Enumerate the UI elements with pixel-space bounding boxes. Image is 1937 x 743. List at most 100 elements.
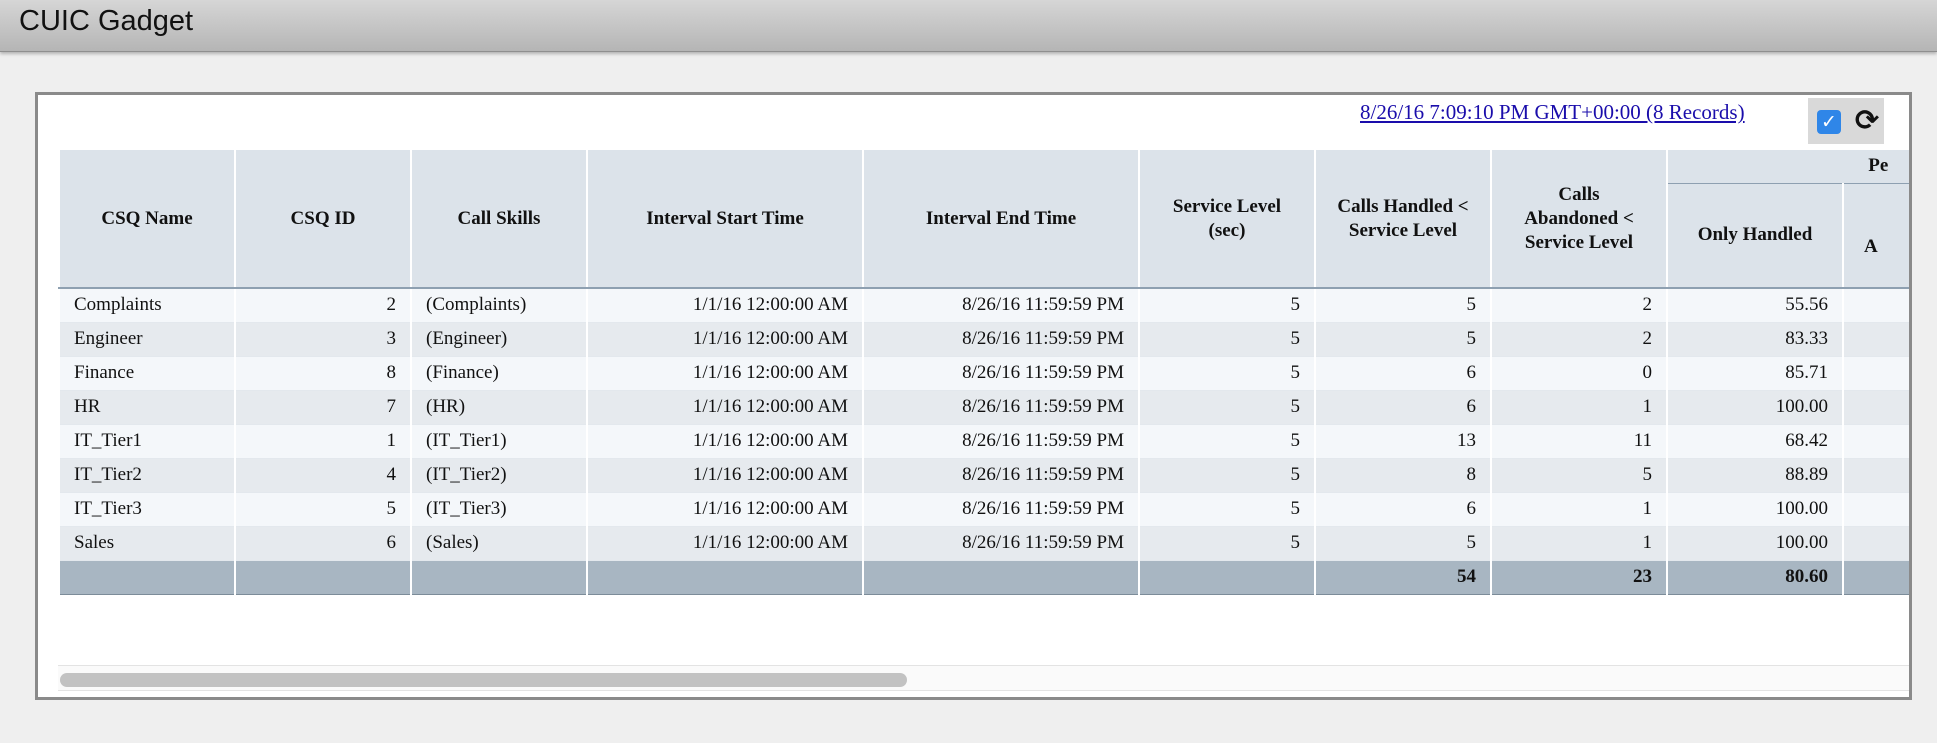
cell-calls-handled: 8 [1314, 458, 1492, 493]
report-table: CSQ Name CSQ ID Call Skills Interval Sta… [58, 150, 1909, 595]
table-row[interactable]: HR 7 (HR) 1/1/16 12:00:00 AM 8/26/16 11:59:5… [58, 390, 1909, 425]
table-row[interactable]: Sales 6 (Sales) 1/1/16 12:00:00 AM 8/26/16 1… [58, 526, 1909, 561]
column-header-calls-abandoned[interactable]: Calls Abandoned < Service Level [1490, 150, 1668, 289]
cell-interval-start: 1/1/16 12:00:00 AM [586, 458, 864, 493]
table-row[interactable]: IT_Tier2 4 (IT_Tier2) 1/1/16 12:00:00 AM 8/2… [58, 458, 1909, 493]
column-header-service-level[interactable]: Service Level (sec) [1138, 150, 1316, 289]
cell-only-handled: 83.33 [1666, 322, 1844, 357]
column-header-truncated[interactable]: A [1841, 183, 1909, 289]
cell-csq-id: 1 [234, 424, 412, 459]
cell-interval-end: 8/26/16 11:59:59 PM [862, 390, 1140, 425]
cell-interval-start: 1/1/16 12:00:00 AM [586, 322, 864, 357]
column-group-header: Pe [1665, 150, 1909, 184]
cell-interval-end: 8/26/16 11:59:59 PM [862, 492, 1140, 527]
scrollbar-thumb[interactable] [60, 673, 907, 687]
column-header-calls-handled[interactable]: Calls Handled < Service Level [1314, 150, 1492, 289]
table-row[interactable]: Complaints 2 (Complaints) 1/1/16 12:00:00 A… [58, 288, 1909, 323]
total-calls-handled: 54 [1314, 559, 1492, 595]
title-bar: CUIC Gadget [0, 0, 1937, 52]
cell-calls-abandoned: 2 [1490, 322, 1668, 357]
table-row[interactable]: Engineer 3 (Engineer) 1/1/16 12:00:00 AM 8/2… [58, 322, 1909, 357]
cell-csq-name: Finance [58, 356, 236, 391]
cell-truncated [1841, 424, 1909, 459]
cell-calls-abandoned: 11 [1490, 424, 1668, 459]
cell-interval-end: 8/26/16 11:59:59 PM [862, 424, 1140, 459]
cell-truncated [1841, 458, 1909, 493]
report-timestamp-link[interactable]: 8/26/16 7:09:10 PM GMT+00:00 (8 Records) [1360, 100, 1745, 125]
total-cell-empty [1841, 559, 1909, 595]
total-cell-empty [58, 559, 236, 595]
cell-interval-start: 1/1/16 12:00:00 AM [586, 390, 864, 425]
table-row[interactable]: Finance 8 (Finance) 1/1/16 12:00:00 AM 8/26/… [58, 356, 1909, 391]
cell-csq-id: 4 [234, 458, 412, 493]
cell-only-handled: 88.89 [1666, 458, 1844, 493]
total-calls-abandoned: 23 [1490, 559, 1668, 595]
cell-call-skills: (IT_Tier1) [410, 424, 588, 459]
cell-call-skills: (Engineer) [410, 322, 588, 357]
cell-calls-handled: 6 [1314, 390, 1492, 425]
cell-interval-end: 8/26/16 11:59:59 PM [862, 322, 1140, 357]
cell-calls-abandoned: 1 [1490, 390, 1668, 425]
column-header-only-handled[interactable]: Only Handled [1666, 183, 1844, 289]
cell-calls-abandoned: 2 [1490, 288, 1668, 323]
cell-service-level: 5 [1138, 526, 1316, 561]
cell-calls-abandoned: 1 [1490, 492, 1668, 527]
column-header-interval-start[interactable]: Interval Start Time [586, 150, 864, 289]
cell-interval-start: 1/1/16 12:00:00 AM [586, 492, 864, 527]
cell-calls-handled: 6 [1314, 492, 1492, 527]
cell-only-handled: 55.56 [1666, 288, 1844, 323]
total-cell-empty [586, 559, 864, 595]
cell-csq-name: Engineer [58, 322, 236, 357]
cell-service-level: 5 [1138, 424, 1316, 459]
cell-only-handled: 100.00 [1666, 526, 1844, 561]
total-cell-empty [410, 559, 588, 595]
column-header-csq-id[interactable]: CSQ ID [234, 150, 412, 289]
cell-csq-id: 8 [234, 356, 412, 391]
cell-call-skills: (Finance) [410, 356, 588, 391]
table-body: Complaints 2 (Complaints) 1/1/16 12:00:00 A… [58, 288, 1909, 561]
cell-interval-start: 1/1/16 12:00:00 AM [586, 526, 864, 561]
checkbox-checked-icon[interactable]: ✓ [1817, 110, 1841, 134]
cell-calls-abandoned: 1 [1490, 526, 1668, 561]
cell-interval-end: 8/26/16 11:59:59 PM [862, 458, 1140, 493]
cell-truncated [1841, 492, 1909, 527]
column-header-interval-end[interactable]: Interval End Time [862, 150, 1140, 289]
cell-truncated [1841, 356, 1909, 391]
cell-only-handled: 85.71 [1666, 356, 1844, 391]
cell-calls-handled: 5 [1314, 322, 1492, 357]
cell-calls-handled: 5 [1314, 288, 1492, 323]
table-row[interactable]: IT_Tier1 1 (IT_Tier1) 1/1/16 12:00:00 AM 8/2… [58, 424, 1909, 459]
cell-truncated [1841, 288, 1909, 323]
cell-csq-name: Complaints [58, 288, 236, 323]
cell-calls-handled: 13 [1314, 424, 1492, 459]
cell-call-skills: (HR) [410, 390, 588, 425]
cell-service-level: 5 [1138, 322, 1316, 357]
column-header-call-skills[interactable]: Call Skills [410, 150, 588, 289]
total-cell-empty [862, 559, 1140, 595]
cell-csq-id: 6 [234, 526, 412, 561]
cell-only-handled: 68.42 [1666, 424, 1844, 459]
cell-interval-start: 1/1/16 12:00:00 AM [586, 288, 864, 323]
horizontal-scrollbar[interactable] [58, 665, 1909, 691]
total-cell-empty [1138, 559, 1316, 595]
cell-service-level: 5 [1138, 390, 1316, 425]
cell-calls-abandoned: 0 [1490, 356, 1668, 391]
window-title: CUIC Gadget [19, 5, 194, 37]
cell-call-skills: (Sales) [410, 526, 588, 561]
cell-csq-name: HR [58, 390, 236, 425]
cell-csq-id: 2 [234, 288, 412, 323]
cell-service-level: 5 [1138, 492, 1316, 527]
table-row[interactable]: IT_Tier3 5 (IT_Tier3) 1/1/16 12:00:00 AM 8/2… [58, 492, 1909, 527]
column-header-csq-name[interactable]: CSQ Name [58, 150, 236, 289]
cell-csq-id: 5 [234, 492, 412, 527]
cell-service-level: 5 [1138, 288, 1316, 323]
cell-call-skills: (Complaints) [410, 288, 588, 323]
refresh-icon[interactable]: ⟳ [1852, 101, 1882, 139]
cell-interval-end: 8/26/16 11:59:59 PM [862, 526, 1140, 561]
cell-csq-id: 3 [234, 322, 412, 357]
cell-calls-handled: 6 [1314, 356, 1492, 391]
total-cell-empty [234, 559, 412, 595]
cell-csq-id: 7 [234, 390, 412, 425]
cell-only-handled: 100.00 [1666, 492, 1844, 527]
cell-csq-name: IT_Tier2 [58, 458, 236, 493]
